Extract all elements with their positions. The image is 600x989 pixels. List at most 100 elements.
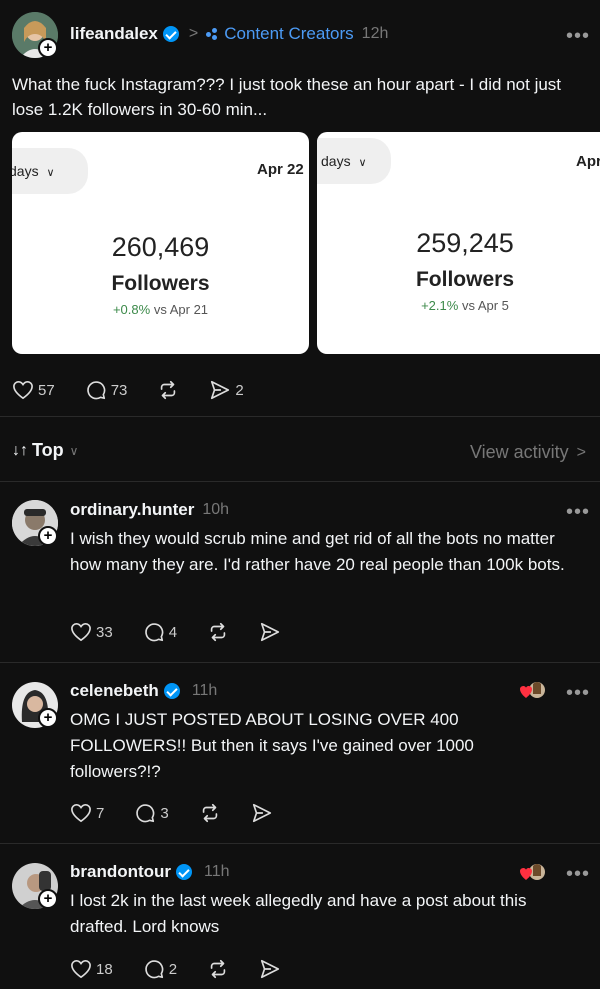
like-count: 57 (38, 381, 55, 399)
change-value: +0.8% (112, 302, 151, 317)
reply-count: 73 (110, 381, 128, 399)
like-count: 7 (96, 804, 105, 822)
like-button[interactable]: 57 (12, 380, 55, 400)
comment-actions: 18 2 (70, 957, 281, 981)
comment-icon (144, 623, 164, 642)
like-count: 18 (96, 960, 113, 978)
repost-button[interactable] (199, 802, 221, 824)
like-button[interactable]: 7 (70, 803, 104, 823)
divider (0, 481, 600, 482)
comment-time: 11h (191, 682, 218, 699)
chevron-right-icon: > (188, 25, 199, 42)
heart-icon (71, 959, 91, 979)
more-options-icon[interactable]: ••• (566, 864, 590, 884)
comment-actions: 33 4 (70, 620, 281, 644)
divider (0, 416, 600, 417)
repost-icon (210, 959, 226, 979)
reply-count: 4 (168, 623, 178, 641)
reply-count: 3 (160, 804, 169, 822)
like-count: 33 (96, 623, 113, 641)
chevron-down-icon: ∨ (69, 443, 79, 458)
reply-button[interactable]: 73 (85, 379, 128, 401)
share-button[interactable]: 2 (209, 379, 244, 401)
date-label: Apr 22 (257, 161, 304, 178)
followers-label: Followers (415, 268, 515, 291)
more-options-icon[interactable]: ••• (566, 26, 590, 46)
send-icon (211, 380, 230, 400)
followers-count: 259,245 (416, 228, 514, 258)
chevron-down-icon: ∨ (358, 157, 367, 169)
range-selector: days ∨ (317, 138, 391, 184)
heart-icon (71, 803, 91, 823)
more-options-icon[interactable]: ••• (566, 502, 590, 522)
comparison-text: vs Apr 5 (461, 298, 509, 313)
reply-button[interactable]: 2 (143, 958, 177, 980)
chevron-down-icon: ∨ (46, 167, 55, 179)
author-liked-icon (520, 680, 545, 702)
comment-time: 11h (204, 863, 230, 880)
view-activity-link[interactable]: View activity > (470, 442, 586, 463)
repost-icon (202, 803, 217, 823)
comment-text: I wish they would scrub mine and get rid… (70, 529, 565, 574)
verified-badge-icon (176, 864, 193, 880)
follow-plus-icon[interactable]: + (38, 38, 58, 58)
comment-username[interactable]: brandontour (70, 862, 171, 882)
share-button[interactable] (251, 802, 273, 824)
share-button[interactable] (259, 958, 281, 980)
view-activity-label: View activity (469, 442, 569, 462)
comparison-text: vs Apr 21 (153, 302, 209, 317)
more-options-icon[interactable]: ••• (566, 683, 590, 703)
sort-dropdown[interactable]: ↓↑ Top ∨ (12, 440, 78, 461)
author-liked-icon (520, 862, 545, 884)
repost-button[interactable] (207, 621, 229, 643)
repost-icon (161, 380, 176, 400)
heart-icon (71, 622, 91, 642)
comment-icon (136, 804, 155, 823)
repost-button[interactable] (207, 958, 229, 980)
verified-badge-icon (162, 26, 179, 42)
heart-icon (13, 380, 33, 400)
share-count: 2 (235, 381, 244, 399)
share-button[interactable] (259, 621, 281, 643)
divider (0, 843, 600, 844)
change-value: +2.1% (421, 298, 459, 313)
comment-text: I lost 2k in the last week allegedly and… (70, 891, 527, 936)
comment-text: OMG I JUST POSTED ABOUT LOSING OVER 400 … (70, 710, 474, 781)
reply-button[interactable]: 4 (143, 621, 177, 643)
sort-label: Top (32, 440, 64, 460)
range-label: days (321, 153, 351, 169)
like-button[interactable]: 18 (70, 959, 113, 979)
community-icon (206, 28, 218, 40)
send-icon (260, 959, 280, 979)
range-label: days (12, 163, 39, 179)
followers-label: Followers (111, 272, 210, 295)
divider (0, 662, 600, 663)
post-actions: 57 73 2 (12, 378, 244, 402)
comment-actions: 7 3 (70, 801, 273, 825)
post-image-2[interactable]: days ∨ Apr 259,245 Followers +2.1% vs Ap… (317, 132, 600, 354)
follow-plus-icon[interactable]: + (38, 526, 58, 546)
comment-username[interactable]: celenebeth (70, 681, 159, 701)
post-time: 12h (361, 25, 389, 42)
sort-arrows-icon: ↓↑ (12, 441, 28, 459)
post-text: What the fuck Instagram??? I just took t… (12, 75, 562, 119)
comment-icon (86, 381, 106, 400)
verified-badge-icon (163, 683, 180, 699)
range-selector: days ∨ (12, 148, 88, 194)
post-author-username[interactable]: lifeandalex (70, 24, 158, 44)
chevron-right-icon: > (576, 443, 586, 461)
community-link[interactable]: Content Creators (224, 24, 353, 44)
send-icon (252, 803, 271, 823)
date-label: Apr (576, 153, 600, 170)
comment-username[interactable]: ordinary.hunter (70, 500, 194, 520)
repost-icon (210, 622, 226, 642)
follow-plus-icon[interactable]: + (38, 708, 58, 728)
comment-icon (144, 960, 164, 979)
reply-count: 2 (168, 960, 178, 978)
follow-plus-icon[interactable]: + (38, 889, 58, 909)
repost-button[interactable] (157, 379, 179, 401)
like-button[interactable]: 33 (70, 622, 113, 642)
followers-count: 260,469 (111, 232, 210, 262)
reply-button[interactable]: 3 (134, 802, 169, 824)
post-image-1[interactable]: days ∨ Apr 22 260,469 Followers +0.8% vs… (12, 132, 309, 354)
